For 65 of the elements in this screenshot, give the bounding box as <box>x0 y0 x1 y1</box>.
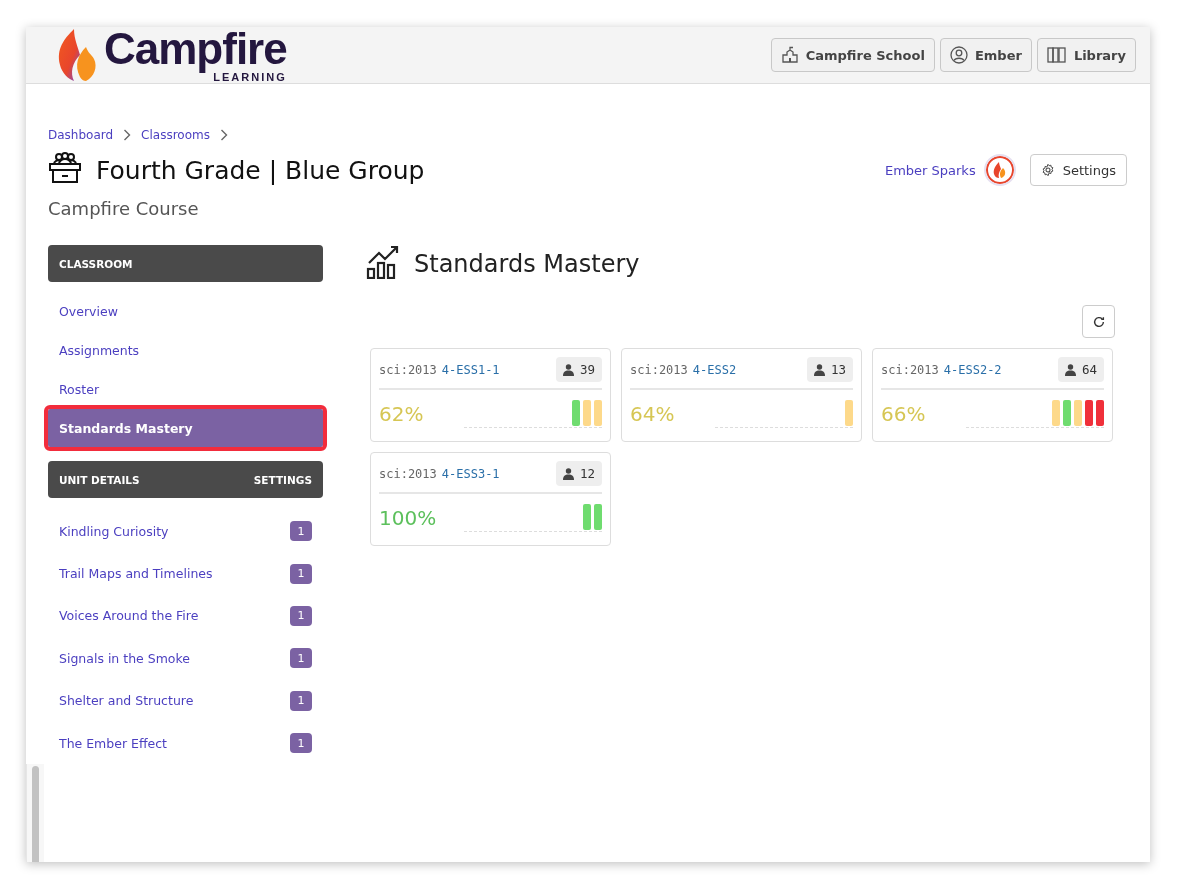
student-count-badge: 12 <box>555 461 602 486</box>
count-badge: 1 <box>290 521 312 542</box>
sidebar-item[interactable]: Trail Maps and Timelines 1 <box>48 552 323 595</box>
standard-set: sci:2013 <box>881 362 939 377</box>
school-icon <box>780 46 799 64</box>
standard-set: sci:2013 <box>379 362 437 377</box>
person-icon <box>562 467 574 480</box>
standard-set: sci:2013 <box>379 466 437 481</box>
chevron-right-icon <box>220 129 228 141</box>
sidebar-item[interactable]: Roster <box>48 370 323 409</box>
breadcrumb-link[interactable]: Classrooms <box>141 128 210 142</box>
refresh-button[interactable] <box>1082 305 1115 338</box>
person-icon <box>562 363 574 376</box>
standard-code-link[interactable]: 4-ESS1-1 <box>441 362 500 377</box>
mastery-percent: 100% <box>379 506 437 530</box>
settings-icon <box>1040 163 1055 177</box>
standard-card[interactable]: sci:2013 4-ESS1-1 39 62% <box>370 348 611 442</box>
standard-set: sci:2013 <box>630 362 688 377</box>
account-button[interactable]: Ember <box>939 38 1032 72</box>
standard-code-link[interactable]: 4-ESS2 <box>692 362 737 377</box>
breadcrumb-link[interactable]: Dashboard <box>48 128 114 142</box>
sidebar-item[interactable]: The Ember Effect 1 <box>48 721 323 765</box>
classroom-icon <box>48 152 82 184</box>
page-title: Fourth Grade | Blue Group <box>96 155 425 185</box>
logo-tagline: LEARNING <box>213 71 287 83</box>
user-name-link[interactable]: Ember Sparks <box>884 162 976 178</box>
standard-card[interactable]: sci:2013 4-ESS2-2 64 66% <box>872 348 1113 442</box>
sidebar-item[interactable]: Assignments <box>48 331 323 370</box>
standard-code-link[interactable]: 4-ESS3-1 <box>441 466 500 481</box>
avatar[interactable] <box>983 154 1016 186</box>
user-icon <box>949 46 968 64</box>
page-subtitle: Campfire Course <box>48 198 200 219</box>
student-count-badge: 13 <box>806 357 853 382</box>
standard-card[interactable]: sci:2013 4-ESS3-1 12 100% <box>370 452 611 546</box>
count-badge: 1 <box>290 690 312 711</box>
logo-name: Campfire <box>104 27 287 71</box>
section-title: CLASSROOM <box>59 257 133 270</box>
flame-logo-icon <box>56 27 98 83</box>
mastery-percent: 62% <box>379 402 424 426</box>
books-icon <box>1046 46 1067 64</box>
section-title: UNIT DETAILS <box>59 473 140 486</box>
count-badge: 1 <box>290 648 312 669</box>
sidebar-item[interactable]: Voices Around the Fire 1 <box>48 594 323 638</box>
refresh-icon <box>1091 314 1106 329</box>
library-button[interactable]: Library <box>1036 38 1136 72</box>
count-badge: 1 <box>290 605 312 626</box>
chevron-right-icon <box>123 129 132 141</box>
mastery-percent: 64% <box>630 402 675 426</box>
section-settings-link[interactable]: SETTINGS <box>253 473 312 486</box>
person-icon <box>1064 363 1076 376</box>
sidebar-item[interactable]: Signals in the Smoke 1 <box>48 637 323 680</box>
count-badge: 1 <box>290 733 312 754</box>
sidebar-item[interactable]: Overview <box>48 292 323 331</box>
student-count-badge: 64 <box>1057 357 1104 382</box>
sidebar-item[interactable]: Kindling Curiosity 1 <box>48 510 323 553</box>
count-badge: 1 <box>290 563 312 584</box>
settings-button[interactable]: Settings <box>1029 154 1127 186</box>
student-count-badge: 39 <box>555 357 602 382</box>
section-title: Standards Mastery <box>414 250 640 278</box>
sidebar-item[interactable]: Shelter and Structure 1 <box>48 679 323 722</box>
person-icon <box>813 363 825 376</box>
standard-code-link[interactable]: 4-ESS2-2 <box>943 362 1002 377</box>
school-button[interactable]: Campfire School <box>770 38 935 72</box>
mastery-percent: 66% <box>881 402 926 426</box>
standard-card[interactable]: sci:2013 4-ESS2 13 64% <box>621 348 862 442</box>
